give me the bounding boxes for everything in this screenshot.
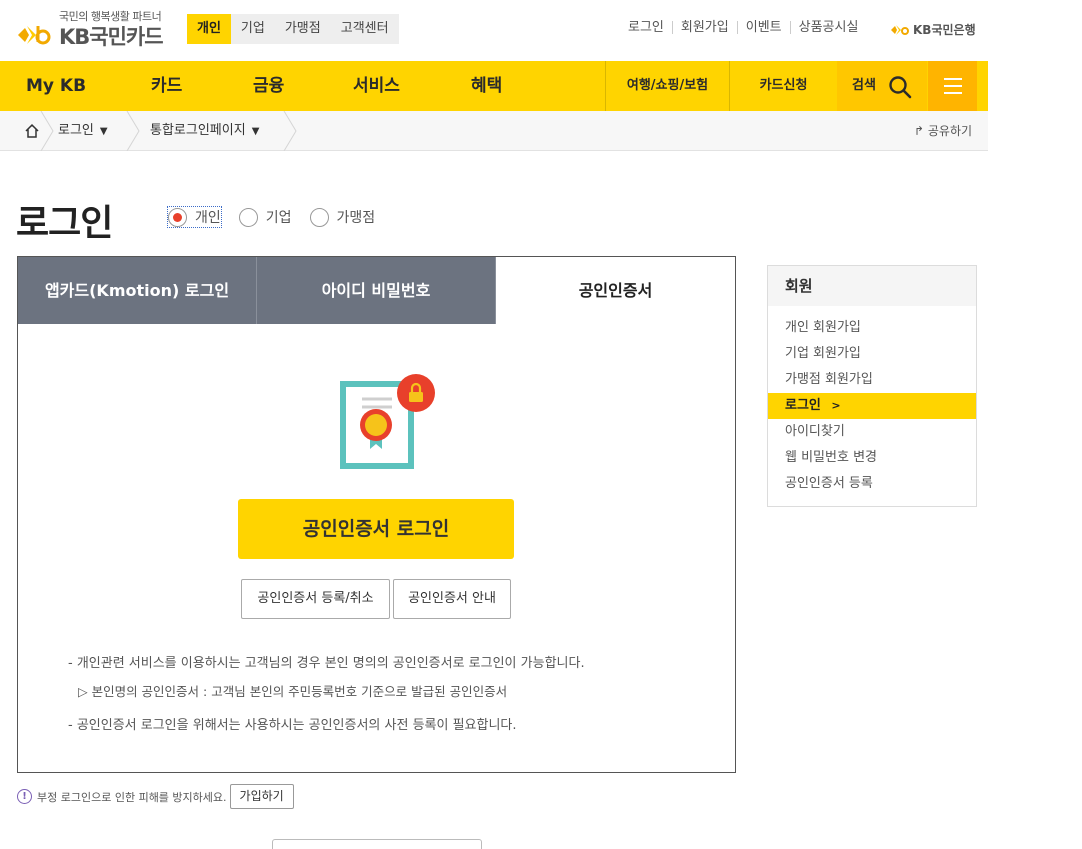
radio-dot	[238, 207, 258, 227]
nav-service[interactable]: 서비스	[353, 61, 400, 111]
breadcrumb-separator	[126, 111, 140, 151]
notice-subtext: ▷ 본인명의 공인인증서 : 고객님 본인의 주민등록번호 기준으로 발급된 공…	[78, 684, 508, 699]
segment-tabs: 개인 기업 가맹점 고객센터	[187, 14, 399, 44]
radio-personal[interactable]: 개인	[167, 206, 222, 228]
login-panel: 앱카드(Kmotion) 로그인 아이디 비밀번호 공인인증서 공인인증서 로그…	[17, 256, 736, 773]
fraud-warning-text: 부정 로그인으로 인한 피해를 방지하세요.	[37, 790, 227, 804]
segment-tab-business[interactable]: 기업	[231, 14, 275, 44]
top-bar: 국민의 행복생활 파트너 KB국민카드 개인 기업 가맹점 고객센터 로그인 회…	[0, 0, 988, 61]
side-item-merchant-join[interactable]: 가맹점 회원가입	[768, 367, 976, 393]
side-item-login[interactable]: 로그인 >	[768, 393, 976, 419]
tab-certificate[interactable]: 공인인증서	[496, 257, 735, 324]
member-type-radio-group: 개인 기업 가맹점	[167, 206, 393, 228]
chevron-down-icon: ▼	[251, 126, 260, 137]
kb-card-logo[interactable]: 국민의 행복생활 파트너 KB국민카드	[16, 8, 176, 52]
certificate-lock-icon	[340, 374, 435, 469]
bottom-button[interactable]	[272, 839, 482, 849]
nav-travel-shopping-insurance[interactable]: 여행/쇼핑/보험	[605, 61, 729, 111]
brand-name: KB국민카드	[59, 25, 164, 49]
bank-name: KB국민은행	[913, 23, 976, 37]
util-disclosure-link[interactable]: 상품공시실	[789, 21, 867, 34]
segment-tab-merchant[interactable]: 가맹점	[275, 14, 331, 44]
segment-tab-personal[interactable]: 개인	[187, 14, 231, 44]
certificate-guide-button[interactable]: 공인인증서 안내	[393, 579, 511, 619]
exclamation-icon: !	[17, 789, 32, 804]
menu-button[interactable]	[928, 61, 977, 111]
util-join-link[interactable]: 회원가입	[671, 21, 737, 34]
breadcrumb-item-integrated-login[interactable]: 통합로그인페이지 ▼	[150, 111, 259, 151]
nav-my-kb[interactable]: My KB	[26, 61, 86, 111]
breadcrumb-separator	[283, 111, 297, 151]
radio-business[interactable]: 기업	[238, 207, 292, 227]
notice-text: - 공인인증서 로그인을 위해서는 사용하시는 공인인증서의 사전 등록이 필요…	[68, 718, 517, 733]
certificate-register-cancel-button[interactable]: 공인인증서 등록/취소	[241, 579, 390, 619]
side-menu: 회원 개인 회원가입 기업 회원가입 가맹점 회원가입 로그인 > 아이디찾기 …	[767, 265, 977, 507]
chevron-down-icon: ▼	[99, 126, 108, 137]
side-item-change-web-password[interactable]: 웹 비밀번호 변경	[768, 445, 976, 471]
breadcrumb: 로그인 ▼ 통합로그인페이지 ▼ ↱ 공유하기	[0, 111, 988, 151]
tab-id-password[interactable]: 아이디 비밀번호	[257, 257, 496, 324]
nav-finance[interactable]: 금융	[253, 61, 284, 111]
chevron-right-icon: >	[831, 399, 841, 412]
radio-dot	[168, 207, 187, 227]
side-item-find-id[interactable]: 아이디찾기	[768, 419, 976, 445]
share-icon: ↱	[914, 124, 925, 138]
kb-bank-star-icon	[891, 24, 909, 35]
share-button[interactable]: ↱ 공유하기	[914, 111, 972, 151]
notice-text: - 개인관련 서비스를 이용하시는 고객님의 경우 본인 명의의 공인인증서로 …	[68, 656, 585, 671]
kb-star-icon	[18, 26, 51, 45]
util-event-link[interactable]: 이벤트	[736, 21, 790, 34]
radio-merchant[interactable]: 가맹점	[309, 207, 375, 227]
search-icon	[889, 76, 912, 99]
home-icon[interactable]	[24, 123, 40, 139]
nav-benefit[interactable]: 혜택	[471, 61, 502, 111]
radio-dot	[309, 207, 329, 227]
nav-card-apply[interactable]: 카드신청	[729, 61, 837, 111]
search-button[interactable]: 검색	[837, 61, 927, 111]
kb-bank-logo[interactable]: KB국민은행	[890, 21, 976, 38]
segment-tab-support[interactable]: 고객센터	[331, 14, 399, 44]
utility-links: 로그인 회원가입 이벤트 상품공시실	[628, 21, 866, 34]
fraud-warning: ! 부정 로그인으로 인한 피해를 방지하세요. 가입하기	[17, 784, 294, 809]
side-item-certificate-register[interactable]: 공인인증서 등록	[768, 471, 976, 497]
nav-card[interactable]: 카드	[151, 61, 182, 111]
certificate-login-button[interactable]: 공인인증서 로그인	[238, 499, 514, 559]
breadcrumb-separator	[40, 111, 54, 151]
fraud-service-join-button[interactable]: 가입하기	[229, 784, 294, 809]
login-method-tabs: 앱카드(Kmotion) 로그인 아이디 비밀번호 공인인증서	[18, 257, 735, 324]
hamburger-icon	[944, 78, 962, 80]
side-menu-title: 회원	[768, 266, 976, 306]
page-title: 로그인	[16, 203, 113, 244]
side-item-personal-join[interactable]: 개인 회원가입	[768, 315, 976, 341]
main-navigation: My KB 카드 금융 서비스 혜택 여행/쇼핑/보험 카드신청 검색	[0, 61, 988, 111]
search-label: 검색	[852, 78, 876, 93]
util-login-link[interactable]: 로그인	[628, 21, 672, 34]
side-item-business-join[interactable]: 기업 회원가입	[768, 341, 976, 367]
tab-app-card-login[interactable]: 앱카드(Kmotion) 로그인	[18, 257, 257, 324]
breadcrumb-item-login[interactable]: 로그인 ▼	[58, 111, 108, 151]
